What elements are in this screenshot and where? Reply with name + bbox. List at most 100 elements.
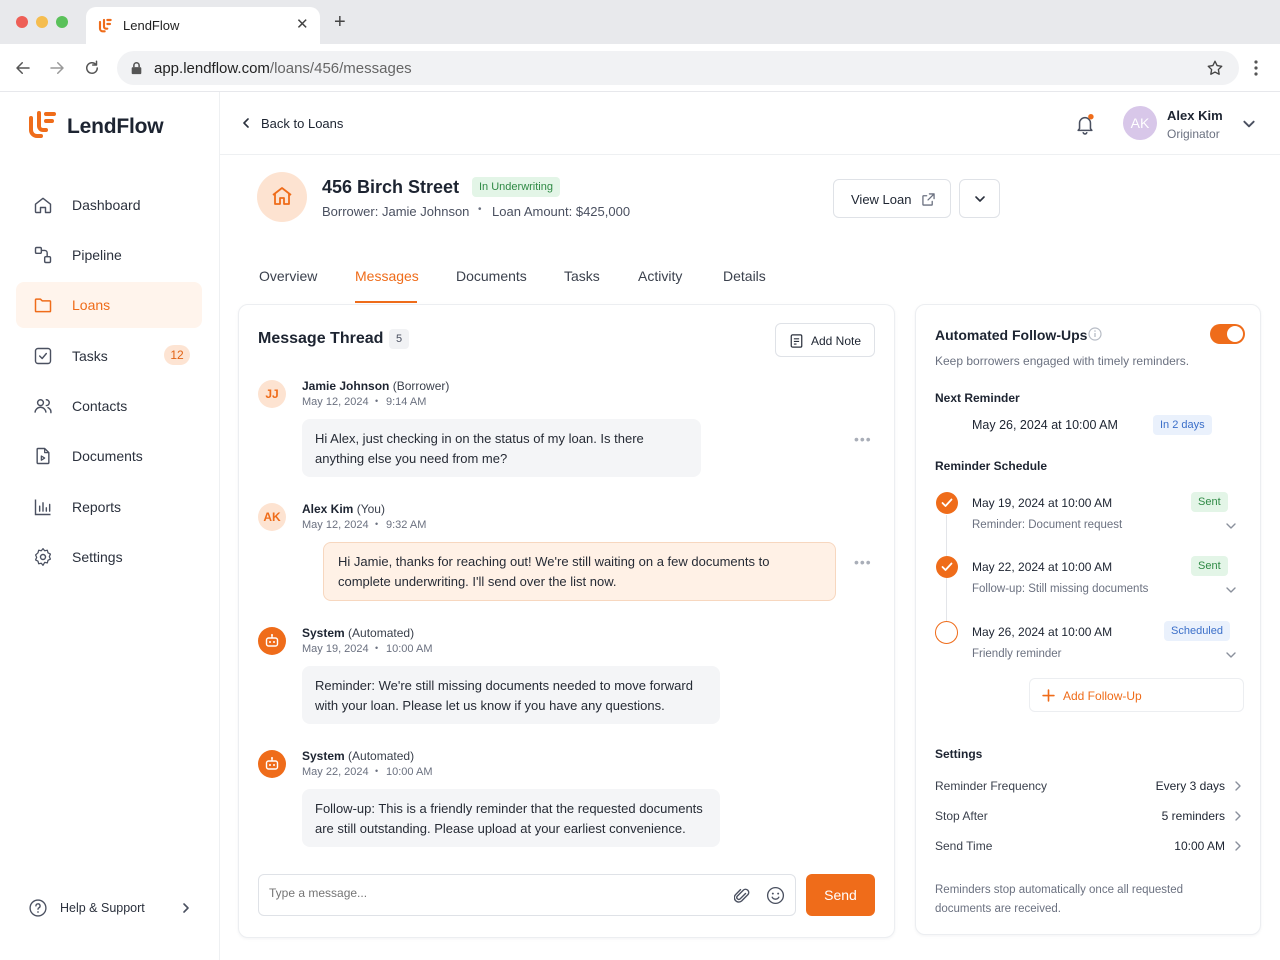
meta-separator: • bbox=[375, 643, 379, 653]
message-time: 9:14 AM bbox=[386, 396, 427, 408]
settings-section-label: Settings bbox=[935, 747, 983, 761]
lendflow-favicon-icon bbox=[98, 18, 112, 33]
view-loan-button[interactable]: View Loan bbox=[833, 179, 951, 218]
lendflow-logo-icon bbox=[29, 111, 56, 138]
user-menu-chevron-down-icon[interactable] bbox=[1242, 117, 1256, 131]
gear-icon bbox=[34, 548, 52, 566]
sidebar-item-tasks[interactable]: Tasks 12 bbox=[16, 333, 202, 379]
brand-name: LendFlow bbox=[67, 115, 164, 138]
setting-label: Reminder Frequency bbox=[935, 779, 1048, 793]
minimize-window-button[interactable] bbox=[36, 16, 48, 28]
add-note-label: Add Note bbox=[811, 334, 862, 348]
loan-actions-dropdown-button[interactable] bbox=[959, 179, 1000, 218]
add-note-button[interactable]: Add Note bbox=[775, 323, 875, 357]
tab-documents[interactable]: Documents bbox=[456, 268, 527, 284]
setting-value: 10:00 AM bbox=[1174, 839, 1225, 853]
reload-icon[interactable] bbox=[83, 59, 101, 77]
help-support-label: Help & Support bbox=[60, 901, 145, 915]
meta-separator: • bbox=[375, 519, 379, 529]
schedule-date: May 19, 2024 at 10:00 AM bbox=[972, 496, 1113, 510]
browser-tab[interactable]: LendFlow ✕ bbox=[86, 7, 320, 44]
tab-messages[interactable]: Messages bbox=[355, 268, 419, 284]
browser-menu-icon[interactable] bbox=[1250, 59, 1262, 77]
setting-value: 5 reminders bbox=[1161, 809, 1225, 823]
emoji-icon[interactable] bbox=[766, 886, 785, 905]
user-avatar[interactable]: AK bbox=[1123, 106, 1157, 140]
sidebar-item-pipeline[interactable]: Pipeline bbox=[16, 232, 202, 278]
thread-title: Message Thread bbox=[258, 330, 384, 347]
add-follow-up-label: Add Follow-Up bbox=[1063, 689, 1142, 703]
setting-label: Stop After bbox=[935, 809, 988, 823]
setting-row-send-time[interactable]: Send Time 10:00 AM bbox=[935, 835, 1245, 857]
paperclip-icon[interactable] bbox=[734, 887, 750, 905]
loan-status-badge: In Underwriting bbox=[472, 177, 560, 197]
sidebar-item-settings[interactable]: Settings bbox=[16, 534, 202, 580]
message-input[interactable] bbox=[269, 886, 709, 900]
message-thread-card: Message Thread 5 Add Note JJ Jamie Johns… bbox=[238, 304, 895, 938]
reminder-schedule-label: Reminder Schedule bbox=[935, 459, 1048, 473]
browser-tab-title: LendFlow bbox=[123, 18, 180, 33]
sidebar-item-label: Dashboard bbox=[72, 197, 141, 213]
header-divider bbox=[220, 154, 1280, 155]
browser-toolbar: app.lendflow.com/loans/456/messages bbox=[0, 44, 1280, 92]
followups-toggle[interactable] bbox=[1210, 324, 1245, 344]
chevron-left-icon bbox=[243, 118, 249, 128]
schedule-status-badge: Sent bbox=[1191, 492, 1228, 512]
tab-tasks[interactable]: Tasks bbox=[564, 268, 600, 284]
message-composer[interactable] bbox=[258, 874, 796, 916]
back-to-loans-link[interactable]: Back to Loans bbox=[240, 114, 360, 134]
tab-activity[interactable]: Activity bbox=[638, 268, 682, 284]
followups-title: Automated Follow-Ups bbox=[935, 327, 1088, 343]
back-arrow-icon[interactable] bbox=[14, 59, 32, 77]
robot-icon bbox=[265, 634, 279, 647]
message-bubble: Reminder: We're still missing documents … bbox=[302, 666, 720, 724]
tasks-icon bbox=[34, 347, 52, 365]
close-tab-icon[interactable]: ✕ bbox=[296, 15, 309, 33]
meta-separator: • bbox=[375, 396, 379, 406]
message-time: 9:32 AM bbox=[386, 519, 427, 531]
bookmark-star-icon[interactable] bbox=[1206, 59, 1224, 77]
followups-footer-note: Reminders stop automatically once all re… bbox=[935, 884, 1184, 915]
toggle-knob bbox=[1227, 326, 1243, 342]
tasks-count-badge: 12 bbox=[164, 345, 190, 365]
address-bar[interactable]: app.lendflow.com/loans/456/messages bbox=[117, 51, 1239, 85]
sidebar-item-loans[interactable]: Loans bbox=[16, 282, 202, 328]
message-more-options-icon[interactable]: ••• bbox=[854, 554, 872, 570]
sidebar-item-dashboard[interactable]: Dashboard bbox=[16, 182, 202, 228]
expand-chevron-down-icon[interactable] bbox=[1225, 584, 1237, 596]
browser-tab-bar: LendFlow ✕ + bbox=[0, 0, 1280, 44]
sidebar-item-documents[interactable]: Documents bbox=[16, 433, 202, 479]
tab-overview[interactable]: Overview bbox=[259, 268, 317, 284]
message-bubble: Follow-up: This is a friendly reminder t… bbox=[302, 789, 720, 847]
expand-chevron-down-icon[interactable] bbox=[1225, 649, 1237, 661]
maximize-window-button[interactable] bbox=[56, 16, 68, 28]
user-name: Alex Kim bbox=[1167, 108, 1223, 123]
new-tab-icon[interactable]: + bbox=[334, 12, 346, 32]
sent-check-icon bbox=[936, 556, 958, 578]
setting-row-stop-after[interactable]: Stop After 5 reminders bbox=[935, 805, 1245, 827]
forward-arrow-icon[interactable] bbox=[48, 59, 66, 77]
sidebar-item-reports[interactable]: Reports bbox=[16, 484, 202, 530]
message-bubble: Hi Jamie, thanks for reaching out! We're… bbox=[323, 542, 836, 601]
send-button[interactable]: Send bbox=[806, 874, 875, 916]
sidebar-item-contacts[interactable]: Contacts bbox=[16, 383, 202, 429]
bell-icon[interactable] bbox=[1075, 113, 1095, 135]
next-reminder-value: May 26, 2024 at 10:00 AM bbox=[972, 418, 1118, 432]
message-author: Jamie Johnson (Borrower) bbox=[302, 379, 450, 393]
meta-separator: • bbox=[478, 204, 482, 215]
expand-chevron-down-icon[interactable] bbox=[1225, 520, 1237, 532]
pipeline-icon bbox=[34, 246, 52, 264]
message-date: May 12, 2024 bbox=[302, 519, 369, 531]
message-date: May 12, 2024 bbox=[302, 396, 369, 408]
info-icon[interactable] bbox=[1088, 327, 1102, 341]
setting-value: Every 3 days bbox=[1155, 779, 1225, 793]
chevron-down-icon bbox=[975, 196, 985, 202]
add-follow-up-button[interactable]: Add Follow-Up bbox=[1029, 678, 1244, 712]
help-support-link[interactable]: Help & Support bbox=[28, 896, 198, 920]
message-more-options-icon[interactable]: ••• bbox=[854, 431, 872, 447]
close-window-button[interactable] bbox=[16, 16, 28, 28]
tab-details[interactable]: Details bbox=[723, 268, 766, 284]
message-bubble: Hi Alex, just checking in on the status … bbox=[302, 419, 701, 477]
message-date: May 19, 2024 bbox=[302, 643, 369, 655]
setting-row-reminder-frequency[interactable]: Reminder Frequency Every 3 days bbox=[935, 775, 1245, 797]
